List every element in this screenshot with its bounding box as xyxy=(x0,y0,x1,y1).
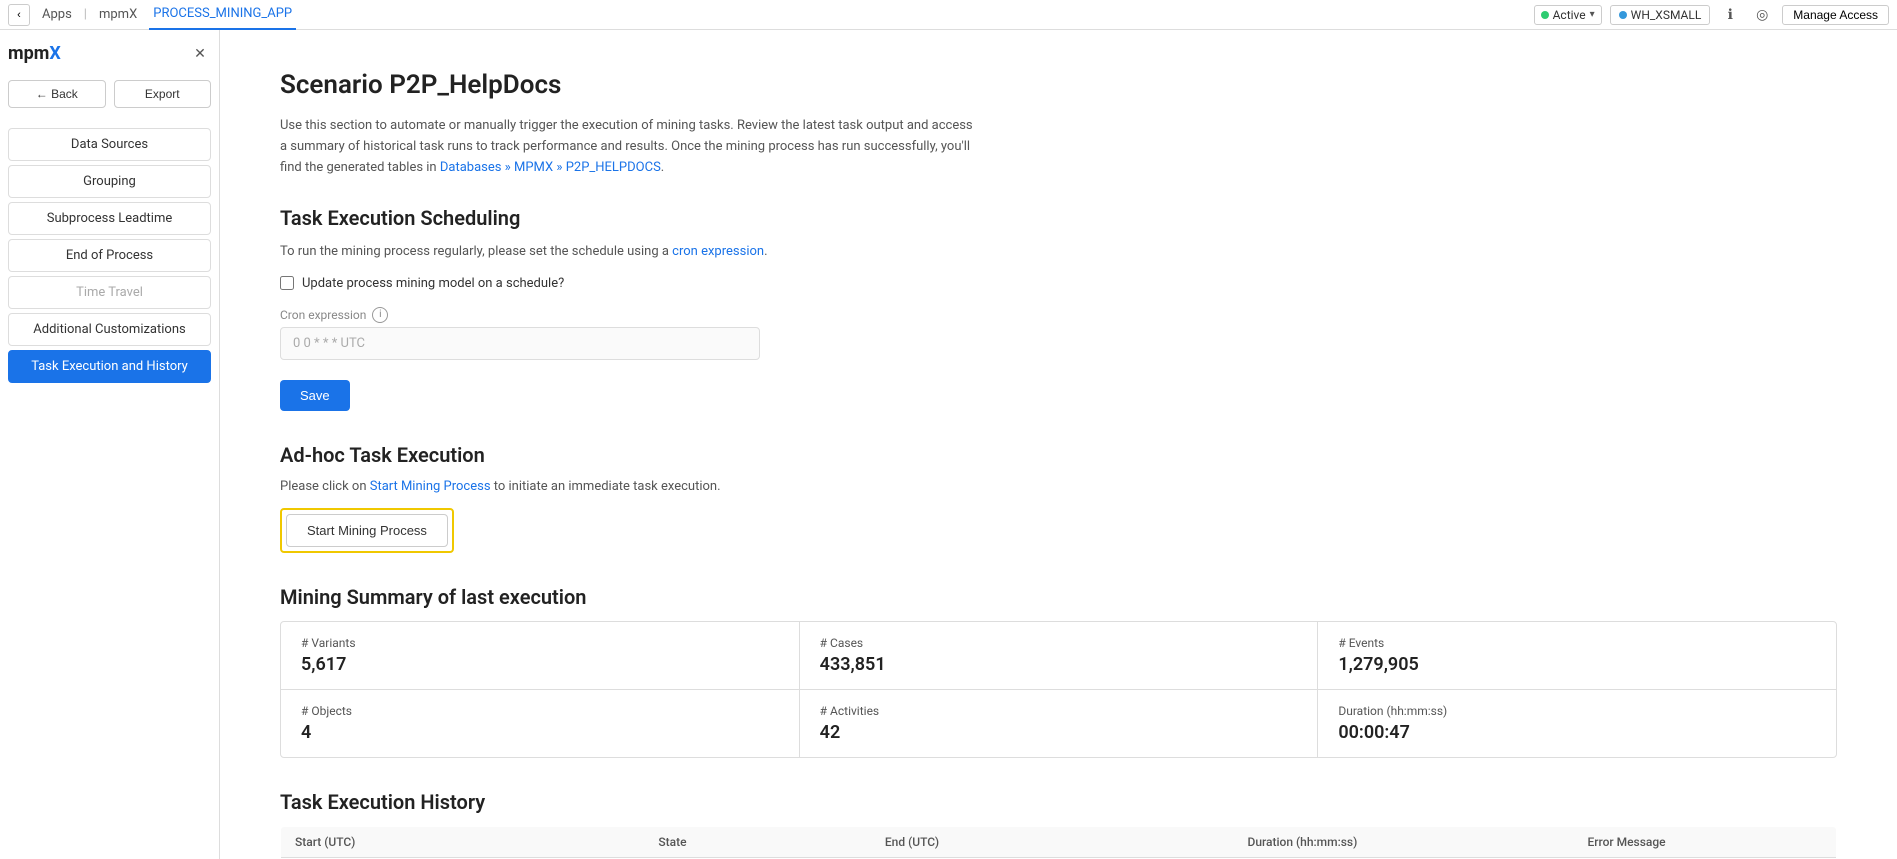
sidebar-item-end-of-process[interactable]: End of Process xyxy=(8,239,211,272)
sidebar-nav: Data Sources Grouping Subprocess Leadtim… xyxy=(8,128,211,383)
history-table: Start (UTC) State End (UTC) Duration (hh… xyxy=(280,826,1837,859)
databases-link[interactable]: Databases » MPMX » P2P_HELPDOCS xyxy=(440,160,661,175)
sidebar-header: mpmX ✕ xyxy=(8,42,211,64)
manage-access-button[interactable]: Manage Access xyxy=(1782,5,1889,25)
back-button[interactable]: ← Back xyxy=(8,80,106,108)
export-button[interactable]: Export xyxy=(114,80,212,108)
cases-value: 433,851 xyxy=(820,654,1298,675)
schedule-checkbox-label[interactable]: Update process mining model on a schedul… xyxy=(302,276,564,291)
main-content: Scenario P2P_HelpDocs Use this section t… xyxy=(220,30,1897,859)
variants-label: # Variants xyxy=(301,636,779,650)
cron-label: Cron expression xyxy=(280,308,366,322)
scheduling-title: Task Execution Scheduling xyxy=(280,206,1837,230)
summary-cell-variants: # Variants 5,617 xyxy=(281,622,800,689)
sidebar-item-subprocess-leadtime[interactable]: Subprocess Leadtime xyxy=(8,202,211,235)
history-title: Task Execution History xyxy=(280,790,1837,814)
apps-link[interactable]: Apps xyxy=(38,7,76,22)
sidebar-logo: mpmX xyxy=(8,43,61,64)
col-state: State xyxy=(644,826,871,857)
sidebar-actions: ← Back Export xyxy=(8,80,211,108)
location-icon-button[interactable]: ◎ xyxy=(1750,3,1774,27)
topbar-separator: | xyxy=(84,7,87,22)
summary-cell-objects: # Objects 4 xyxy=(281,690,800,757)
col-start: Start (UTC) xyxy=(281,826,645,857)
duration-value: 00:00:47 xyxy=(1338,722,1816,743)
activities-label: # Activities xyxy=(820,704,1298,718)
warehouse-badge[interactable]: WH_XSMALL xyxy=(1610,5,1711,25)
start-mining-button[interactable]: Start Mining Process xyxy=(286,514,448,547)
topbar-right: Active ▾ WH_XSMALL ℹ ◎ Manage Access xyxy=(1534,3,1889,27)
sidebar-item-data-sources[interactable]: Data Sources xyxy=(8,128,211,161)
cron-link[interactable]: cron expression xyxy=(672,244,764,259)
summary-cell-events: # Events 1,279,905 xyxy=(1318,622,1836,689)
start-mining-link[interactable]: Start Mining Process xyxy=(370,479,491,494)
cron-section: Cron expression i 0 0 * * * UTC xyxy=(280,307,1837,360)
warehouse-name-label: WH_XSMALL xyxy=(1631,8,1702,22)
cases-label: # Cases xyxy=(820,636,1298,650)
cron-input-display: 0 0 * * * UTC xyxy=(280,327,760,360)
summary-cell-cases: # Cases 433,851 xyxy=(800,622,1319,689)
cron-placeholder-text: 0 0 * * * UTC xyxy=(293,336,365,351)
events-value: 1,279,905 xyxy=(1338,654,1816,675)
duration-label: Duration (hh:mm:ss) xyxy=(1338,704,1816,718)
sidebar-item-task-execution[interactable]: Task Execution and History xyxy=(8,350,211,383)
summary-row-1: # Variants 5,617 # Cases 433,851 # Event… xyxy=(281,622,1836,690)
cron-label-row: Cron expression i xyxy=(280,307,1837,323)
scheduling-subtitle: To run the mining process regularly, ple… xyxy=(280,242,1837,262)
sidebar: mpmX ✕ ← Back Export Data Sources Groupi… xyxy=(0,30,220,859)
summary-row-2: # Objects 4 # Activities 42 Duration (hh… xyxy=(281,690,1836,757)
topbar: ‹ Apps | mpmX PROCESS_MINING_APP Active … xyxy=(0,0,1897,30)
col-duration: Duration (hh:mm:ss) xyxy=(1234,826,1574,857)
col-end: End (UTC) xyxy=(871,826,1234,857)
history-section: Task Execution History Start (UTC) State… xyxy=(280,790,1837,859)
summary-section: Mining Summary of last execution # Varia… xyxy=(280,585,1837,758)
history-header-row: Start (UTC) State End (UTC) Duration (hh… xyxy=(281,826,1837,857)
sidebar-item-additional-customizations[interactable]: Additional Customizations xyxy=(8,313,211,346)
activities-value: 42 xyxy=(820,722,1298,743)
info-icon-button[interactable]: ℹ xyxy=(1718,3,1742,27)
sidebar-close-button[interactable]: ✕ xyxy=(189,42,211,64)
page-title: Scenario P2P_HelpDocs xyxy=(280,70,1837,100)
start-mining-wrapper: Start Mining Process xyxy=(280,508,454,553)
page-description: Use this section to automate or manually… xyxy=(280,116,980,178)
summary-title: Mining Summary of last execution xyxy=(280,585,1837,609)
active-dot-icon xyxy=(1541,11,1549,19)
summary-grid: # Variants 5,617 # Cases 433,851 # Event… xyxy=(280,621,1837,758)
save-button[interactable]: Save xyxy=(280,380,350,411)
history-table-head: Start (UTC) State End (UTC) Duration (hh… xyxy=(281,826,1837,857)
chevron-down-icon: ▾ xyxy=(1590,9,1595,20)
sidebar-item-time-travel[interactable]: Time Travel xyxy=(8,276,211,309)
adhoc-title: Ad-hoc Task Execution xyxy=(280,443,1837,467)
cron-info-icon[interactable]: i xyxy=(372,307,388,323)
active-status-badge[interactable]: Active ▾ xyxy=(1534,5,1602,25)
active-tab[interactable]: PROCESS_MINING_APP xyxy=(149,0,296,30)
events-label: # Events xyxy=(1338,636,1816,650)
app-name-label: mpmX xyxy=(95,7,141,22)
sidebar-item-grouping[interactable]: Grouping xyxy=(8,165,211,198)
summary-cell-duration: Duration (hh:mm:ss) 00:00:47 xyxy=(1318,690,1836,757)
schedule-checkbox[interactable] xyxy=(280,276,294,290)
col-error: Error Message xyxy=(1573,826,1836,857)
summary-cell-activities: # Activities 42 xyxy=(800,690,1319,757)
app-layout: mpmX ✕ ← Back Export Data Sources Groupi… xyxy=(0,30,1897,859)
objects-label: # Objects xyxy=(301,704,779,718)
objects-value: 4 xyxy=(301,722,779,743)
variants-value: 5,617 xyxy=(301,654,779,675)
back-nav-button[interactable]: ‹ xyxy=(8,4,30,26)
warehouse-dot-icon xyxy=(1619,11,1627,19)
adhoc-description: Please click on Start Mining Process to … xyxy=(280,479,1837,494)
schedule-checkbox-row: Update process mining model on a schedul… xyxy=(280,276,1837,291)
active-status-label: Active xyxy=(1553,8,1586,22)
logo-text: mpmX xyxy=(8,43,61,64)
